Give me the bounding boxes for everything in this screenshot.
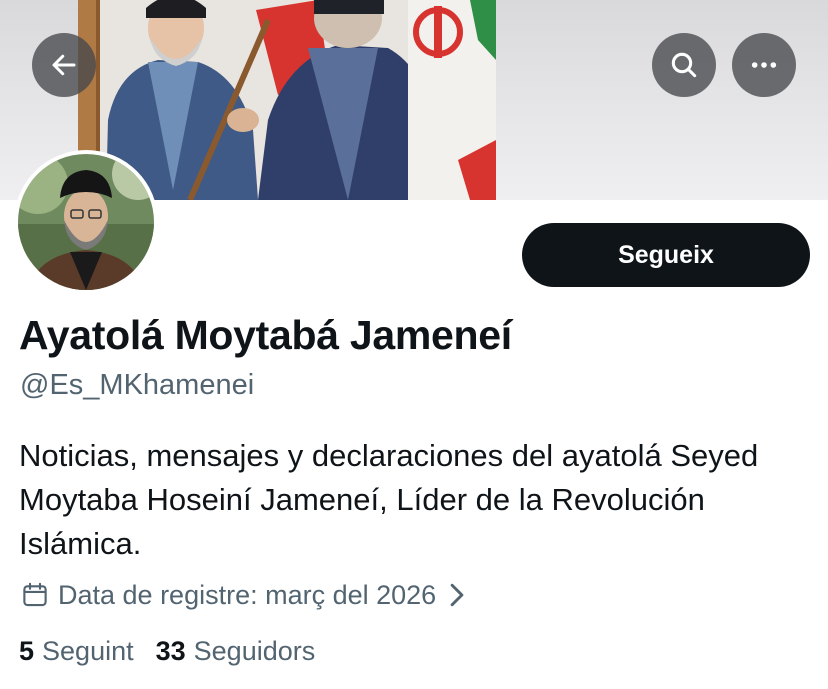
banner-illustration [78, 0, 496, 200]
profile-display-name: Ayatolá Moytabá Jameneí [19, 312, 512, 358]
arrow-left-icon [52, 54, 76, 76]
more-button[interactable] [732, 33, 796, 97]
following-count: 5 [19, 636, 35, 666]
following-label: Seguint [42, 636, 134, 666]
calendar-icon [20, 580, 50, 610]
profile-handle: @Es_MKhamenei [20, 369, 255, 401]
follow-button[interactable]: Segueix [522, 223, 810, 287]
profile-bio: Noticias, mensajes y declaraciones del a… [19, 438, 759, 561]
followers-count: 33 [155, 636, 186, 666]
search-icon [671, 52, 697, 78]
avatar-photo [18, 154, 154, 290]
join-date-text: Data de registre: març del 2026 [58, 579, 437, 610]
join-date[interactable]: Data de registre: març del 2026 [20, 577, 468, 613]
chevron-right-icon [446, 582, 468, 608]
search-button[interactable] [652, 33, 716, 97]
profile-stats: 5 Seguint 33 Seguidors [19, 636, 315, 667]
following-link[interactable]: 5 Seguint [19, 636, 134, 667]
back-button[interactable] [32, 33, 96, 97]
followers-link[interactable]: 33 Seguidors [156, 636, 316, 667]
avatar[interactable] [14, 150, 158, 294]
more-horizontal-icon [751, 62, 777, 68]
followers-label: Seguidors [193, 636, 316, 666]
